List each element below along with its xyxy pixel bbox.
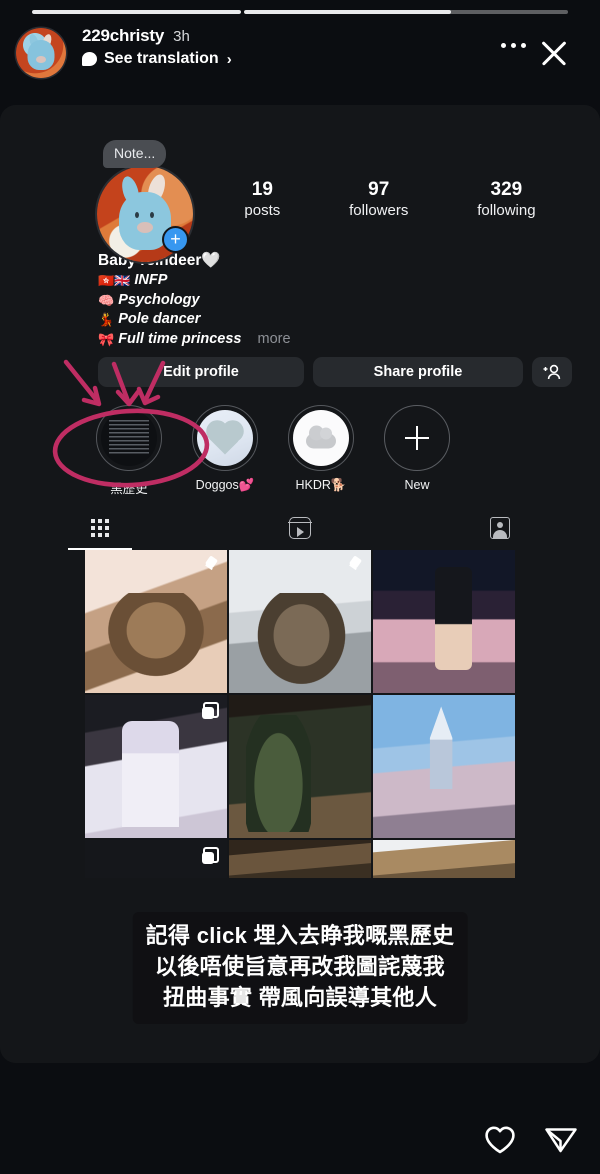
note-bubble[interactable]: Note...: [103, 140, 167, 168]
progress-segment-1[interactable]: [32, 10, 242, 14]
bio-emoji-3: 💃: [98, 312, 115, 327]
stat-following-label: following: [477, 202, 536, 219]
grid-icon: [91, 518, 109, 537]
story-header-text: 229christy 3h See translation ›: [82, 26, 496, 68]
pin-icon: [348, 557, 363, 574]
plus-icon: [405, 426, 429, 450]
grid-post-6[interactable]: [373, 695, 515, 838]
story-highlights: 黑歷史 Doggos💕 HKDR🐕 New: [96, 405, 580, 497]
speech-bubble-icon: [82, 52, 97, 66]
progress-fill-1: [32, 10, 242, 14]
story-username[interactable]: 229christy: [82, 26, 164, 46]
highlight-label-1: Doggos💕: [195, 478, 255, 492]
highlight-item-2[interactable]: HKDR🐕: [288, 405, 354, 497]
highlight-item-new[interactable]: New: [384, 405, 450, 497]
grid-post-2[interactable]: [229, 550, 371, 693]
tab-grid[interactable]: [0, 505, 200, 550]
highlight-item-0[interactable]: 黑歷史: [96, 405, 162, 497]
story-viewer: 229christy 3h See translation › Note... …: [0, 0, 600, 1174]
highlight-label-2: HKDR🐕: [295, 478, 347, 492]
stat-following-value: 329: [490, 179, 523, 200]
send-icon[interactable]: [544, 1124, 578, 1154]
bio-line-4: 🎀 Full time princess more: [98, 330, 291, 350]
grid-post-4[interactable]: [85, 695, 227, 838]
bio-line-1: 🇭🇰🇬🇧 INFP: [98, 271, 291, 291]
highlight-label-3: New: [404, 478, 430, 492]
grid-post-8[interactable]: [229, 840, 371, 878]
close-icon[interactable]: [535, 34, 573, 72]
grid-post-3[interactable]: [373, 550, 515, 693]
story-bottom-actions: [484, 1124, 578, 1154]
grid-post-5[interactable]: [229, 695, 371, 838]
profile-tabs: [0, 505, 600, 550]
heart-icon[interactable]: [484, 1125, 515, 1154]
stat-followers-value: 97: [368, 179, 390, 200]
bio-emoji-2: 🧠: [98, 292, 115, 308]
highlight-item-1[interactable]: Doggos💕: [192, 405, 258, 497]
bio-text-3: Pole dancer: [118, 311, 201, 327]
share-profile-button[interactable]: Share profile: [312, 357, 523, 387]
reels-icon: [288, 516, 312, 539]
profile-bio: Baby reindeer🤍 🇭🇰🇬🇧 INFP 🧠 Psychology 💃 …: [98, 251, 291, 349]
caption-line-2: 以後唔使旨意再改我圖詫蔑我: [155, 954, 445, 979]
carousel-icon: [202, 702, 219, 719]
bio-line-3: 💃 Pole dancer: [98, 310, 291, 330]
caption-line-1: 記得 click 埋入去睁我嘅黑歷史: [145, 923, 455, 948]
bio-emoji-4: 🎀: [98, 331, 115, 347]
see-translation-button[interactable]: See translation ›: [82, 50, 496, 68]
bio-text-1: INFP: [134, 272, 168, 288]
profile-stats: 19 posts 97 followers 329 following: [210, 179, 570, 221]
stat-followers[interactable]: 97 followers: [349, 179, 408, 221]
stat-followers-label: followers: [349, 202, 409, 219]
post-grid: [85, 550, 515, 878]
stat-following[interactable]: 329 following: [477, 179, 535, 221]
progress-fill-2: [244, 10, 452, 14]
bio-more-link[interactable]: more: [257, 330, 290, 350]
add-to-story-badge[interactable]: +: [162, 226, 189, 253]
caption-line-3: 扭曲事實 帶風向誤導其他人: [162, 985, 437, 1010]
story-header: 229christy 3h See translation ›: [16, 26, 586, 82]
highlight-label-0: 黑歷史: [110, 482, 148, 496]
bio-line-2: 🧠 Psychology: [98, 291, 291, 311]
add-person-icon[interactable]: [532, 357, 572, 387]
story-progress-bars: [32, 10, 568, 14]
tagged-icon: [490, 516, 510, 539]
grid-post-7[interactable]: [85, 840, 227, 878]
chevron-right-icon: ›: [226, 50, 232, 68]
pin-icon: [204, 557, 219, 574]
stat-posts-label: posts: [244, 202, 281, 219]
profile-action-buttons: Edit profile Share profile: [98, 357, 572, 387]
carousel-icon: [202, 847, 219, 864]
progress-segment-2[interactable]: [244, 10, 568, 14]
story-timestamp: 3h: [173, 28, 190, 45]
see-translation-label: See translation: [104, 50, 219, 67]
grid-post-9[interactable]: [373, 840, 515, 878]
story-author-avatar[interactable]: [16, 28, 66, 78]
edit-profile-button[interactable]: Edit profile: [98, 357, 304, 387]
grid-post-1[interactable]: [85, 550, 227, 693]
stat-posts-value: 19: [251, 179, 273, 200]
bio-text-4: Full time princess: [118, 330, 242, 347]
story-caption: 記得 click 埋入去睁我嘅黑歷史 以後唔使旨意再改我圖詫蔑我 扭曲事實 帶風…: [132, 912, 468, 1024]
stat-posts[interactable]: 19 posts: [244, 179, 280, 221]
more-options-icon[interactable]: [501, 43, 526, 48]
tab-reels[interactable]: [200, 505, 400, 550]
bio-text-2: Psychology: [118, 291, 200, 308]
tab-tagged[interactable]: [400, 505, 600, 550]
bio-emoji-1: 🇭🇰🇬🇧: [98, 273, 131, 288]
